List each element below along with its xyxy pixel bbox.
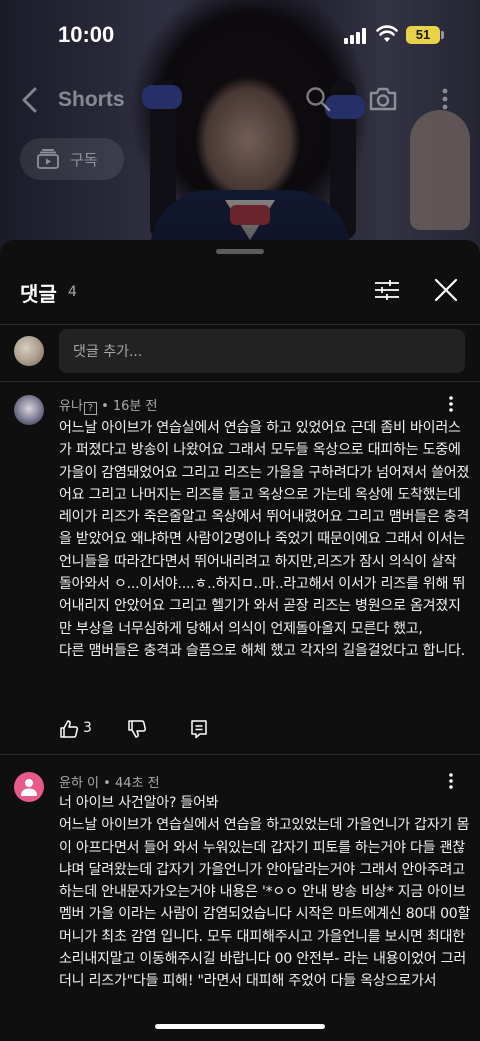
shorts-header: Shorts	[0, 78, 480, 122]
comment-time: • 44초 전	[103, 776, 160, 791]
person-icon	[21, 779, 37, 796]
comment-meta: 유나? • 16분 전	[59, 395, 157, 415]
search-icon[interactable]	[305, 86, 331, 112]
add-comment-placeholder: 댓글 추가...	[73, 344, 143, 360]
divider	[0, 324, 480, 325]
cellular-signal-icon	[344, 28, 368, 44]
back-arrow-icon[interactable]	[18, 86, 42, 114]
add-comment-input[interactable]: 댓글 추가...	[59, 329, 465, 373]
divider	[0, 754, 480, 755]
comment-author[interactable]: 윤하 이	[59, 776, 99, 791]
camera-icon[interactable]	[368, 86, 398, 112]
comments-title: 댓글	[20, 282, 57, 306]
comment-text: 어느날 아이브가 연습실에서 연습을 하고 있었어요 근데 좀비 바이러스가 퍼…	[59, 420, 470, 659]
status-bar: 10:00 51	[0, 0, 480, 70]
subscriptions-icon	[37, 149, 59, 169]
reply-icon[interactable]	[189, 719, 209, 739]
close-icon[interactable]	[434, 278, 458, 302]
wifi-icon	[376, 25, 398, 42]
comment-actions: 3	[59, 719, 259, 743]
comment-author[interactable]: 유나	[59, 399, 83, 414]
battery-icon: 51	[406, 26, 440, 44]
comments-count: 4	[68, 284, 77, 300]
commenter-avatar[interactable]	[14, 772, 44, 802]
subscriptions-label: 구독	[70, 151, 98, 169]
comment-text: 너 아이브 사건알아? 들어봐 어느날 아이브가 연습실에서 연습을 하고있었는…	[59, 795, 471, 990]
status-time: 10:00	[58, 22, 115, 47]
divider	[0, 381, 480, 382]
thumbs-up-icon[interactable]	[59, 719, 79, 739]
battery-tip	[441, 31, 444, 39]
comment-more-icon[interactable]	[446, 772, 456, 790]
user-avatar	[14, 336, 44, 366]
filter-sort-icon[interactable]	[374, 278, 400, 302]
page-title: Shorts	[58, 88, 125, 111]
sheet-drag-handle[interactable]	[216, 249, 264, 254]
comment-more-icon[interactable]	[446, 395, 456, 413]
home-indicator[interactable]	[155, 1024, 325, 1029]
comments-sheet: 댓글 4 댓글 추가... 유나? • 16분 전 어느날 아이브가 연습실에서…	[0, 240, 480, 1041]
comment-meta: 윤하 이 • 44초 전	[59, 772, 160, 791]
like-count: 3	[83, 720, 92, 736]
commenter-avatar[interactable]	[14, 395, 44, 425]
author-badge-icon: ?	[83, 402, 97, 415]
comment-time: • 16분 전	[101, 399, 158, 414]
subscriptions-chip[interactable]: 구독	[20, 138, 124, 180]
more-vertical-icon[interactable]	[438, 86, 452, 112]
battery-level: 51	[415, 27, 431, 42]
thumbs-down-icon[interactable]	[127, 719, 147, 739]
